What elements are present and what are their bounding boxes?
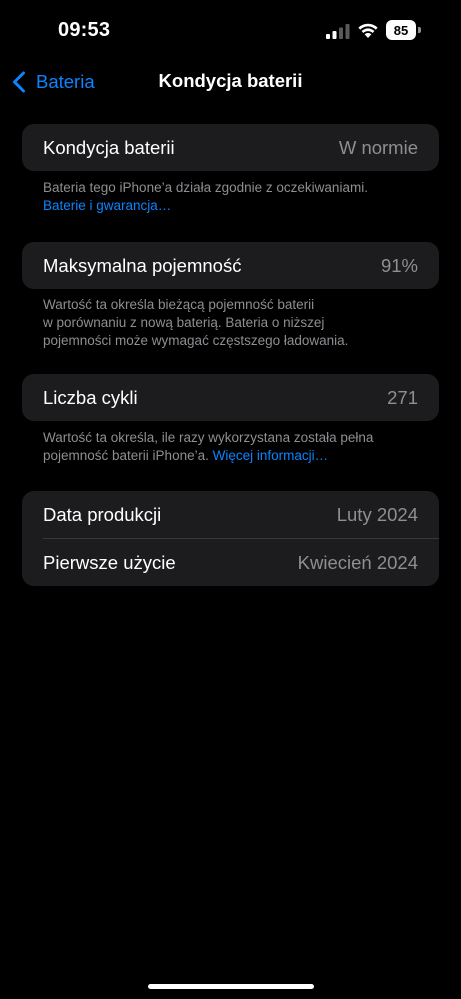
max-capacity-value: 91% [380,254,418,276]
page-title: Kondycja baterii [158,70,303,91]
manufacture-date-label: Data produkcji [43,503,162,525]
dates-group: Data produkcji Luty 2024 Pierwsze użycie… [22,491,439,586]
manufacture-date-row: Data produkcji Luty 2024 [22,491,439,538]
max-capacity-footnote-line: pojemności może wymagać częstszego ładow… [43,333,349,348]
status-time: 09:53 [58,19,111,41]
max-capacity-footnote-line: Wartość ta określa bieżącą pojemność bat… [43,297,315,312]
more-info-link[interactable]: Więcej informacji… [213,448,329,463]
status-bar: 09:53 85 [0,0,461,60]
cycle-count-footnote-line: Wartość ta określa, ile razy wykorzystan… [43,430,374,445]
cycle-count-value: 271 [387,386,418,408]
cycle-count-row: Liczba cykli 271 [22,374,439,421]
battery-icon: 85 [386,20,422,40]
max-capacity-footnote-line: w porównaniu z nową baterią. Bateria o n… [43,315,325,330]
first-use-value: Kwiecień 2024 [297,551,418,573]
cycle-count-group: Liczba cykli 271 [22,374,439,421]
first-use-label: Pierwsze użycie [43,551,176,573]
batteries-warranty-link[interactable]: Baterie i gwarancja… [43,197,423,215]
battery-health-group: Kondycja baterii W normie [22,124,439,171]
max-capacity-row: Maksymalna pojemność 91% [22,242,439,289]
cycle-count-footnote-line: pojemność baterii iPhone’a. Więcej infor… [43,447,433,465]
cycle-count-footnote-text: pojemność baterii iPhone’a. [43,448,209,463]
battery-health-label: Kondycja baterii [43,136,175,158]
battery-health-footnote: Bateria tego iPhone’a działa zgodnie z o… [43,179,423,215]
battery-health-value: W normie [338,136,418,158]
wifi-icon [358,23,378,38]
battery-level: 85 [386,20,416,40]
max-capacity-group: Maksymalna pojemność 91% [22,242,439,289]
max-capacity-footnote: Wartość ta określa bieżącą pojemność bat… [43,296,423,350]
battery-health-row: Kondycja baterii W normie [22,124,439,171]
max-capacity-label: Maksymalna pojemność [43,254,242,276]
manufacture-date-value: Luty 2024 [336,503,418,525]
cellular-signal-icon [326,24,350,39]
cycle-count-footnote: Wartość ta określa, ile razy wykorzystan… [43,429,433,465]
home-indicator[interactable] [148,984,314,989]
first-use-row: Pierwsze użycie Kwiecień 2024 [22,539,439,586]
battery-health-description: Bateria tego iPhone’a działa zgodnie z o… [43,180,368,195]
cycle-count-label: Liczba cykli [43,386,138,408]
